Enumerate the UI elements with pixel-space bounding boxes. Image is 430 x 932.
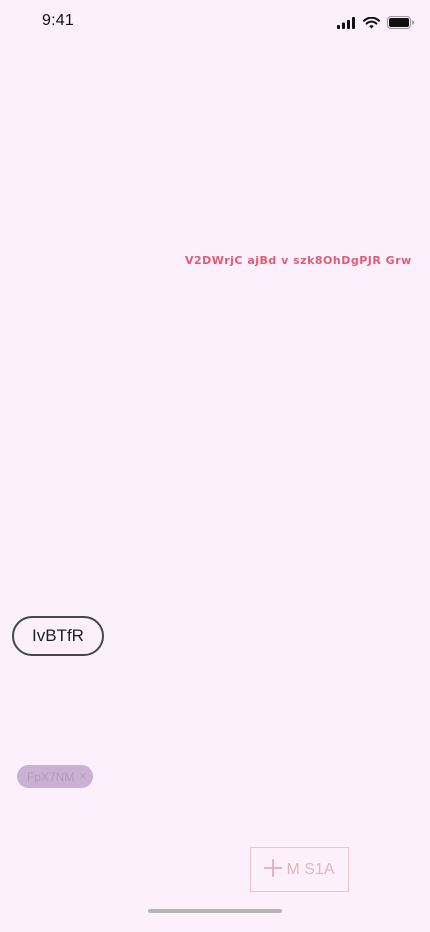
home-indicator[interactable] xyxy=(148,909,282,913)
add-button[interactable]: M S1A xyxy=(250,847,349,892)
wifi-icon xyxy=(363,14,380,33)
chip-label: FpX7NM xyxy=(27,769,75,784)
status-bar: 9:41 xyxy=(0,0,430,44)
close-icon[interactable]: × xyxy=(78,771,86,782)
add-button-label: M S1A xyxy=(286,860,335,878)
overlay-text: V2DWrjC ajBd v szk8OhDgPJR Grw xyxy=(185,254,412,267)
app-screen: 9:41 V2DWrjC ajBd v szk8OhDgPJR Grw IvBT… xyxy=(0,0,430,932)
signal-icon xyxy=(337,14,356,33)
filter-chip[interactable]: FpX7NM × xyxy=(17,765,93,788)
pill-button[interactable]: IvBTfR xyxy=(12,616,104,656)
status-icons xyxy=(337,14,414,33)
plus-icon xyxy=(264,857,283,881)
battery-icon xyxy=(387,14,414,33)
status-time: 9:41 xyxy=(42,12,74,29)
